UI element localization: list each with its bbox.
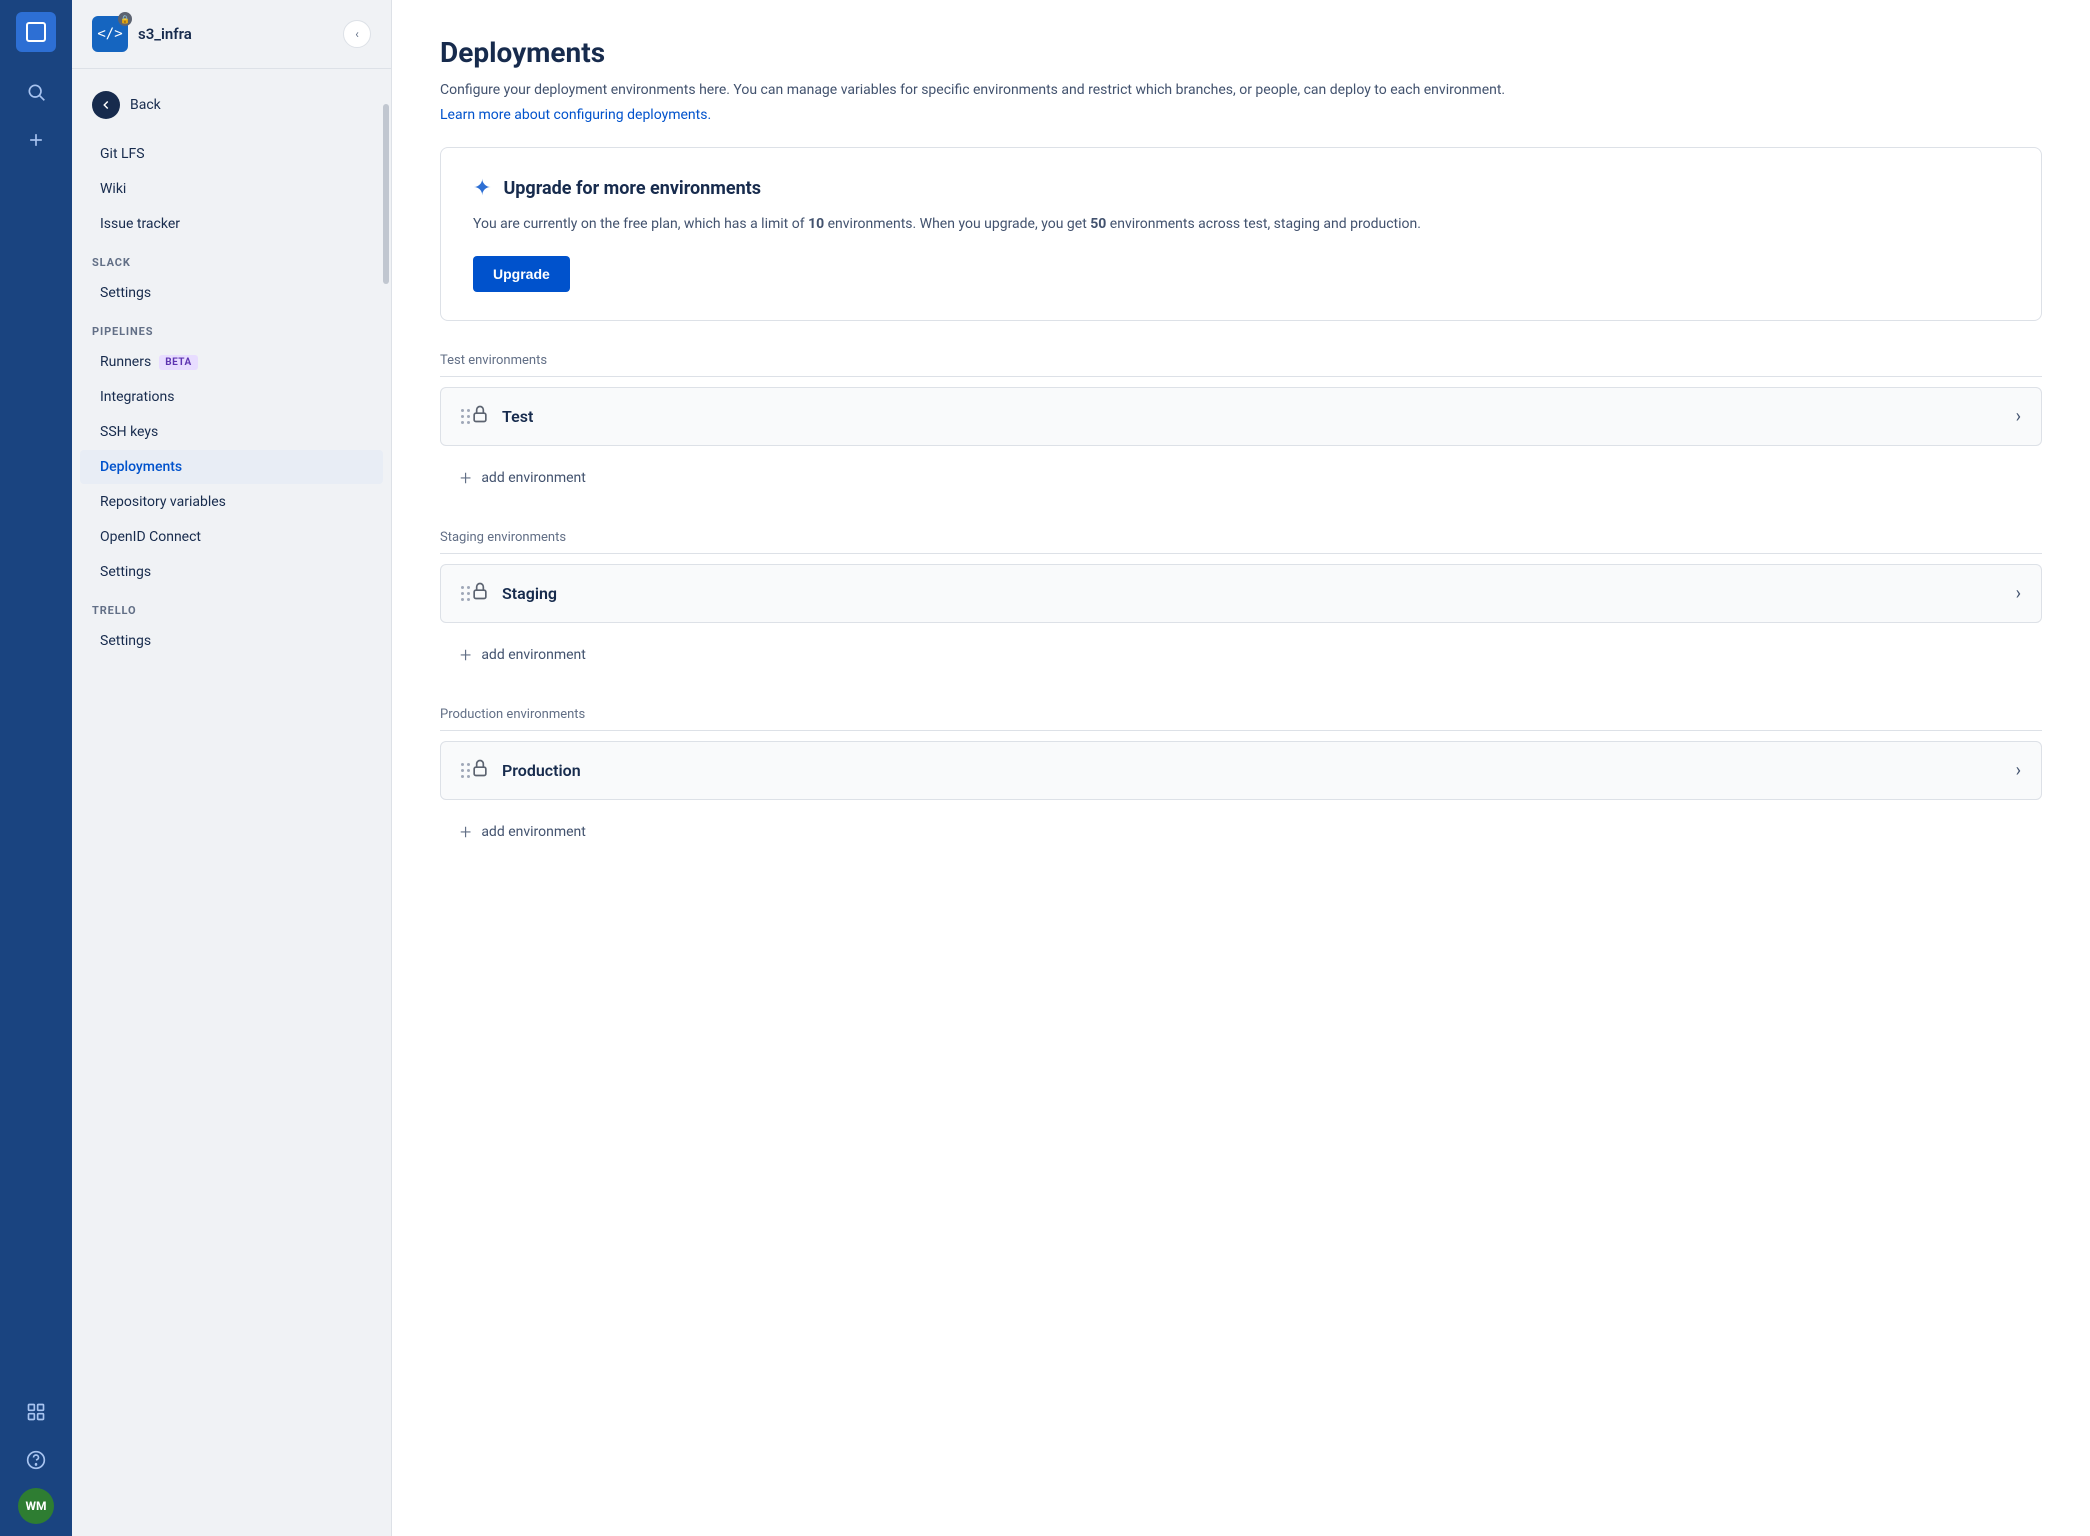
collapse-sidebar-button[interactable]: ‹ (343, 20, 371, 48)
section-pipelines: PIPELINES (72, 311, 391, 344)
back-button[interactable]: Back (72, 81, 391, 129)
lock-badge: 🔒 (118, 12, 132, 26)
icon-bar: WM (0, 0, 72, 1536)
app-logo[interactable] (16, 12, 56, 52)
beta-badge: BETA (159, 355, 198, 370)
sidebar-content: Back Git LFS Wiki Issue tracker SLACK Se… (72, 69, 391, 1536)
sidebar-item-integrations[interactable]: Integrations (80, 380, 383, 414)
repo-name: s3_infra (138, 25, 192, 43)
test-environments-section: Test environments Test › + add environme… (440, 353, 2042, 502)
test-environment-item[interactable]: Test › (440, 387, 2042, 446)
add-button[interactable] (16, 120, 56, 160)
chevron-right-icon: › (2016, 583, 2021, 604)
sidebar-item-deployments[interactable]: Deployments (80, 450, 383, 484)
upgrade-title: Upgrade for more environments (503, 178, 761, 199)
page-description: Configure your deployment environments h… (440, 79, 2042, 101)
add-test-env-button[interactable]: + add environment (440, 454, 2042, 502)
lock-icon (470, 404, 490, 429)
back-icon (92, 91, 120, 119)
upgrade-card-header: ✦ Upgrade for more environments (473, 176, 2009, 201)
repo-icon: </> 🔒 (92, 16, 128, 52)
upgrade-description: You are currently on the free plan, whic… (473, 213, 2009, 235)
sidebar-item-openid-connect[interactable]: OpenID Connect (80, 520, 383, 554)
sparkle-icon: ✦ (473, 176, 491, 201)
drag-handle (461, 409, 470, 424)
user-avatar[interactable]: WM (18, 1488, 54, 1524)
sidebar-item-pipeline-settings[interactable]: Settings (80, 555, 383, 589)
search-button[interactable] (16, 72, 56, 112)
sidebar-item-slack-settings[interactable]: Settings (80, 276, 383, 310)
add-production-env-button[interactable]: + add environment (440, 808, 2042, 856)
lock-icon (470, 581, 490, 606)
drag-handle (461, 586, 470, 601)
test-env-name: Test (502, 407, 2016, 426)
sidebar-header: </> 🔒 s3_infra ‹ (72, 0, 391, 69)
add-test-env-label: add environment (481, 470, 586, 486)
sidebar-item-issue-tracker[interactable]: Issue tracker (80, 207, 383, 241)
staging-environment-item[interactable]: Staging › (440, 564, 2042, 623)
chevron-right-icon: › (2016, 760, 2021, 781)
section-slack: SLACK (72, 242, 391, 275)
sidebar: </> 🔒 s3_infra ‹ Back Git LFS Wiki Issue… (72, 0, 392, 1536)
staging-section-label: Staging environments (440, 530, 2042, 554)
sidebar-item-runners[interactable]: Runners BETA (80, 345, 383, 379)
chevron-right-icon: › (2016, 406, 2021, 427)
sidebar-item-ssh-keys[interactable]: SSH keys (80, 415, 383, 449)
scrollbar-thumb[interactable] (383, 104, 389, 284)
add-icon: + (460, 643, 471, 667)
upgrade-card: ✦ Upgrade for more environments You are … (440, 147, 2042, 320)
page-title: Deployments (440, 36, 2042, 69)
production-environments-section: Production environments Production › + a… (440, 707, 2042, 856)
production-env-name: Production (502, 761, 2016, 780)
test-section-label: Test environments (440, 353, 2042, 377)
sidebar-item-wiki[interactable]: Wiki (80, 172, 383, 206)
section-trello: TRELLO (72, 590, 391, 623)
main-content: Deployments Configure your deployment en… (392, 0, 2090, 1536)
sidebar-item-repo-variables[interactable]: Repository variables (80, 485, 383, 519)
add-icon: + (460, 466, 471, 490)
add-icon: + (460, 820, 471, 844)
back-label: Back (130, 97, 161, 113)
add-staging-env-label: add environment (481, 647, 586, 663)
upgrade-button[interactable]: Upgrade (473, 256, 570, 292)
help-button[interactable] (16, 1440, 56, 1480)
production-section-label: Production environments (440, 707, 2042, 731)
scrollbar-track (383, 100, 389, 1516)
sidebar-item-trello-settings[interactable]: Settings (80, 624, 383, 658)
production-environment-item[interactable]: Production › (440, 741, 2042, 800)
apps-button[interactable] (16, 1392, 56, 1432)
staging-environments-section: Staging environments Staging › + add env… (440, 530, 2042, 679)
add-production-env-label: add environment (481, 824, 586, 840)
learn-more-link[interactable]: Learn more about configuring deployments… (440, 107, 2042, 123)
drag-handle (461, 763, 470, 778)
lock-icon (470, 758, 490, 783)
sidebar-item-git-lfs[interactable]: Git LFS (80, 137, 383, 171)
staging-env-name: Staging (502, 584, 2016, 603)
add-staging-env-button[interactable]: + add environment (440, 631, 2042, 679)
